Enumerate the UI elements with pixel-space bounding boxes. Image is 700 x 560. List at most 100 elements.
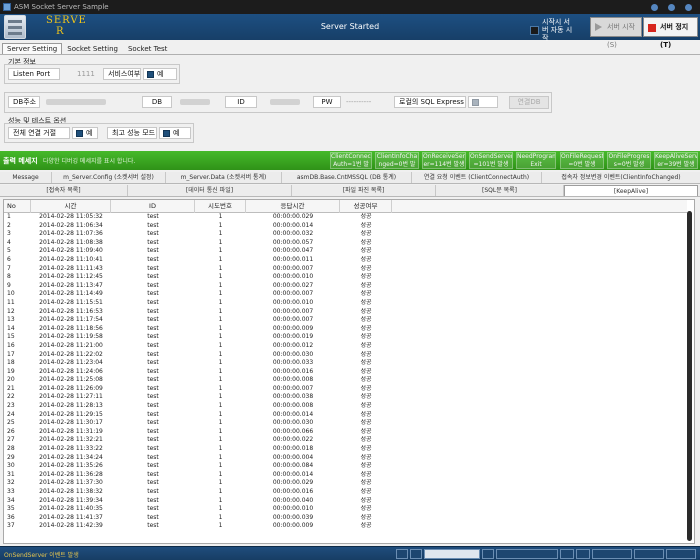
table-row[interactable]: 3 2014-02-28 11:07:36 test 1 00:00:00.032 성공 (4, 230, 687, 239)
listen-port-value[interactable]: 1111 (77, 70, 95, 78)
table-row[interactable]: 37 2014-02-28 11:42:39 test 1 00:00:00.009 성공 (4, 522, 687, 531)
table-row[interactable]: 26 2014-02-28 11:31:19 test 1 00:00:00.066 성공 (4, 428, 687, 437)
table-row[interactable]: 33 2014-02-28 11:38:32 test 1 00:00:00.016 성공 (4, 488, 687, 497)
table-row[interactable]: 24 2014-02-28 11:29:15 test 1 00:00:00.014 성공 (4, 411, 687, 420)
cell-response-time: 00:00:00.084 (272, 462, 314, 470)
tab-client-info-changed[interactable]: 접속자 정보변경 이벤트(ClientInfoChanged) (542, 172, 700, 183)
tab-server-config[interactable]: m_Server.Config (소켓서버 설정) (52, 172, 166, 183)
column-header-id[interactable]: ID (111, 200, 195, 213)
cell-response-time: 00:00:00.007 (272, 384, 314, 392)
table-row[interactable]: 30 2014-02-28 11:35:26 test 1 00:00:00.084 성공 (4, 462, 687, 471)
table-row[interactable]: 2 2014-02-28 11:06:34 test 1 00:00:00.014 성공 (4, 222, 687, 231)
cell-success: 성공 (360, 470, 372, 478)
cell-filler (392, 454, 687, 463)
cell-response-time: 00:00:00.014 (272, 410, 314, 418)
table-row[interactable]: 11 2014-02-28 11:15:51 test 1 00:00:00.010 성공 (4, 299, 687, 308)
cell-response-time: 00:00:00.004 (272, 453, 314, 461)
table-row[interactable]: 14 2014-02-28 11:18:56 test 1 00:00:00.009 성공 (4, 325, 687, 334)
cell-id: test (147, 393, 159, 401)
table-row[interactable]: 31 2014-02-28 11:36:28 test 1 00:00:00.014 성공 (4, 471, 687, 480)
checkbox-icon[interactable] (530, 25, 539, 35)
column-header-no[interactable]: No (4, 200, 31, 213)
reject-all-value: 예 (86, 129, 93, 137)
table-row[interactable]: 8 2014-02-28 11:12:45 test 1 00:00:00.010 성공 (4, 273, 687, 282)
tab-file-list[interactable]: [파일 파진 목록] (292, 185, 436, 196)
tab-data-comm-file[interactable]: [데이터 통신 파일] (128, 185, 292, 196)
minimize-icon[interactable] (651, 4, 658, 11)
cell-attempt: 1 (218, 307, 223, 315)
column-header-attempt[interactable]: 시도번호 (195, 200, 246, 213)
table-row[interactable]: 19 2014-02-28 11:24:06 test 1 00:00:00.016 성공 (4, 368, 687, 377)
start-server-button[interactable]: 서버 시작(S) (590, 17, 642, 49)
table-row[interactable]: 22 2014-02-28 11:27:11 test 1 00:00:00.038 성공 (4, 393, 687, 402)
table-row[interactable]: 27 2014-02-28 11:32:21 test 1 00:00:00.022 성공 (4, 436, 687, 445)
table-row[interactable]: 13 2014-02-28 11:17:54 test 1 00:00:00.007 성공 (4, 316, 687, 325)
cell-no: 6 (7, 255, 11, 263)
db-id-input[interactable] (270, 99, 300, 105)
reject-all-checkbox[interactable]: 예 (72, 127, 98, 139)
auto-start-checkbox[interactable]: 시작시 서버 자동 시작 (530, 18, 576, 42)
db-address-input[interactable] (46, 99, 106, 105)
db-name-input[interactable] (180, 99, 210, 105)
local-sql-express-checkbox[interactable] (468, 96, 498, 108)
tab-sql-list[interactable]: [SQL문 목록] (436, 185, 564, 196)
cell-time: 2014-02-28 11:42:39 (39, 522, 103, 530)
db-pw-input[interactable]: ---------- (346, 98, 371, 106)
table-row[interactable]: 16 2014-02-28 11:21:00 test 1 00:00:00.012 성공 (4, 342, 687, 351)
table-row[interactable]: 20 2014-02-28 11:25:08 test 1 00:00:00.008 성공 (4, 376, 687, 385)
table-row[interactable]: 9 2014-02-28 11:13:47 test 1 00:00:00.027 성공 (4, 282, 687, 291)
table-row[interactable]: 21 2014-02-28 11:26:09 test 1 00:00:00.007 성공 (4, 385, 687, 394)
table-row[interactable]: 1 2014-02-28 11:05:32 test 1 00:00:00.029 성공 (4, 213, 687, 222)
table-row[interactable]: 10 2014-02-28 11:14:49 test 1 00:00:00.007 성공 (4, 290, 687, 299)
tab-keep-alive[interactable]: [KeepAlive] (564, 185, 698, 196)
cell-attempt: 1 (218, 281, 223, 289)
table-row[interactable]: 32 2014-02-28 11:37:30 test 1 00:00:00.029 성공 (4, 479, 687, 488)
table-row[interactable]: 23 2014-02-28 11:28:13 test 1 00:00:00.008 성공 (4, 402, 687, 411)
service-checkbox[interactable]: 예 (143, 68, 177, 80)
cell-filler (392, 316, 687, 325)
table-row[interactable]: 29 2014-02-28 11:34:24 test 1 00:00:00.004 성공 (4, 454, 687, 463)
table-row[interactable]: 36 2014-02-28 11:41:37 test 1 00:00:00.039 성공 (4, 514, 687, 523)
tab-client-list[interactable]: [접속자 목록] (0, 185, 128, 196)
table-row[interactable]: 12 2014-02-28 11:16:53 test 1 00:00:00.007 성공 (4, 308, 687, 317)
cell-no: 21 (7, 384, 15, 392)
status-cell (496, 549, 558, 559)
maximize-icon[interactable] (668, 4, 675, 11)
table-row[interactable]: 17 2014-02-28 11:22:02 test 1 00:00:00.030 성공 (4, 351, 687, 360)
cell-id: test (147, 513, 159, 521)
cell-attempt: 1 (218, 376, 223, 384)
tab-server-data[interactable]: m_Server.Data (소켓서버 통계) (166, 172, 282, 183)
table-row[interactable]: 35 2014-02-28 11:40:35 test 1 00:00:00.010 성공 (4, 505, 687, 514)
cell-no: 17 (7, 350, 15, 358)
table-row[interactable]: 7 2014-02-28 11:11:43 test 1 00:00:00.007 성공 (4, 265, 687, 274)
table-row[interactable]: 5 2014-02-28 11:09:40 test 1 00:00:00.047 성공 (4, 247, 687, 256)
table-row[interactable]: 28 2014-02-28 11:33:22 test 1 00:00:00.018 성공 (4, 445, 687, 454)
db-connect-button[interactable]: 연결DB (509, 96, 549, 109)
tab-message[interactable]: Message (0, 172, 52, 183)
event-keep-alive-server: KeepAliveServ er=39번 발생 (654, 152, 698, 169)
cell-no: 14 (7, 324, 15, 332)
max-perf-checkbox[interactable]: 예 (159, 127, 191, 139)
tab-client-connect-auth[interactable]: 연결 요청 이벤트 (ClientConnectAuth) (412, 172, 542, 183)
column-header-response-time[interactable]: 응답시간 (246, 200, 340, 213)
cell-response-time: 00:00:00.022 (272, 436, 314, 444)
table-row[interactable]: 6 2014-02-28 11:10:41 test 1 00:00:00.011 성공 (4, 256, 687, 265)
table-row[interactable]: 25 2014-02-28 11:30:17 test 1 00:00:00.030 성공 (4, 419, 687, 428)
status-cell (482, 549, 494, 559)
cell-time: 2014-02-28 11:36:28 (39, 470, 103, 478)
column-header-success[interactable]: 성공여부 (340, 200, 392, 213)
close-icon[interactable] (685, 4, 692, 11)
table-row[interactable]: 4 2014-02-28 11:08:38 test 1 00:00:00.057 성공 (4, 239, 687, 248)
cell-response-time: 00:00:00.007 (272, 264, 314, 272)
table-row[interactable]: 15 2014-02-28 11:19:58 test 1 00:00:00.019 성공 (4, 333, 687, 342)
cell-id: test (147, 419, 159, 427)
local-sql-express-label: 로컬의 SQL Express (394, 96, 466, 108)
table-row[interactable]: 34 2014-02-28 11:39:34 test 1 00:00:00.040 성공 (4, 497, 687, 506)
vertical-scrollbar[interactable] (687, 211, 692, 541)
tab-db-stats[interactable]: asmDB.Base.CntMSSQL (DB 통계) (282, 172, 412, 183)
cell-no: 33 (7, 488, 15, 495)
stop-server-button[interactable]: 서버 정지(T) (643, 17, 698, 49)
table-row[interactable]: 18 2014-02-28 11:23:04 test 1 00:00:00.033 성공 (4, 359, 687, 368)
column-header-time[interactable]: 시간 (31, 200, 111, 213)
cell-id: test (147, 273, 159, 281)
